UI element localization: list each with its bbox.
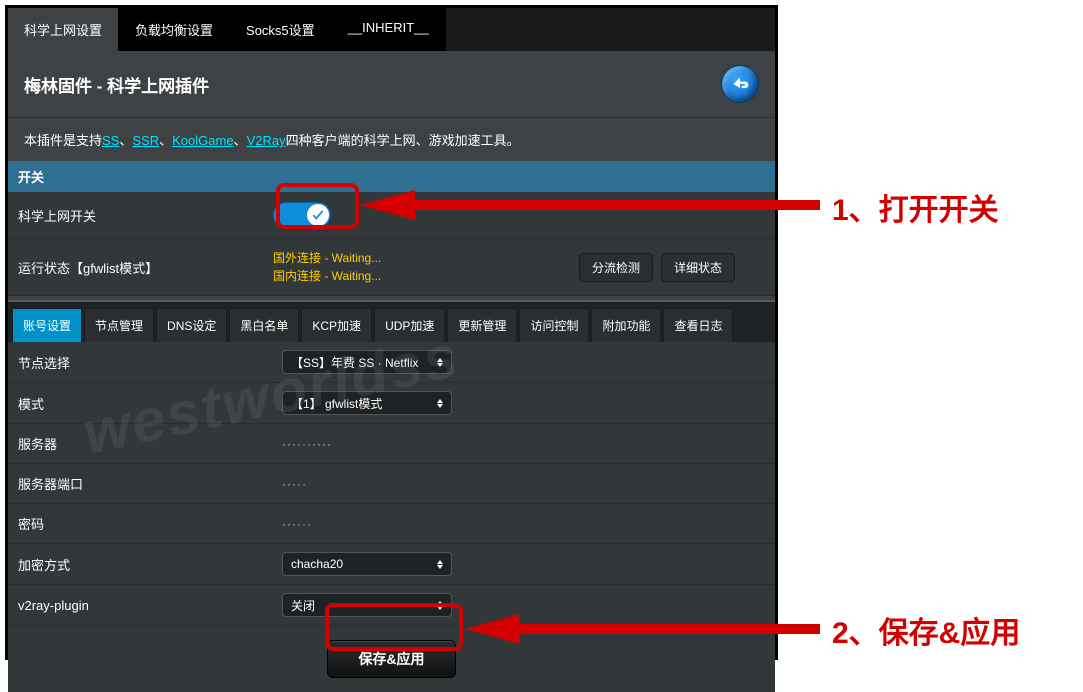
v2ray-label: v2ray-plugin <box>18 598 282 613</box>
status-foreign: 国外连接 - Waiting... <box>273 249 381 267</box>
sub-tab-node[interactable]: 节点管理 <box>84 308 154 342</box>
encrypt-select[interactable]: chacha20 <box>282 552 452 576</box>
sub-tab-dns[interactable]: DNS设定 <box>156 308 227 342</box>
desc-suffix: 四种客户端的科学上网、游戏加速工具。 <box>286 133 520 148</box>
check-icon <box>311 208 325 222</box>
port-row: 服务器端口 ····· <box>8 464 775 504</box>
v2ray-select[interactable]: 关闭 <box>282 593 452 617</box>
sub-tab-logs[interactable]: 查看日志 <box>663 308 733 342</box>
mode-value: 【1】 gfwlist模式 <box>291 395 382 412</box>
node-select[interactable]: 【SS】年费 SS · Netflix <box>282 350 452 374</box>
flow-detect-button[interactable]: 分流检测 <box>579 253 653 282</box>
password-label: 密码 <box>18 514 282 533</box>
sub-tab-kcp[interactable]: KCP加速 <box>301 308 372 342</box>
password-value: ······ <box>282 517 312 531</box>
top-tab-proxy-settings[interactable]: 科学上网设置 <box>8 8 119 51</box>
link-ssr[interactable]: SSR <box>132 133 159 148</box>
sub-tab-bwlist[interactable]: 黑白名单 <box>229 308 299 342</box>
sub-tab-udp[interactable]: UDP加速 <box>374 308 445 342</box>
sub-tab-access[interactable]: 访问控制 <box>519 308 589 342</box>
node-label: 节点选择 <box>18 353 282 372</box>
caret-icon <box>437 399 443 408</box>
sub-tabs: 账号设置 节点管理 DNS设定 黑白名单 KCP加速 UDP加速 更新管理 访问… <box>8 300 775 342</box>
encrypt-label: 加密方式 <box>18 555 282 574</box>
encrypt-row: 加密方式 chacha20 <box>8 544 775 585</box>
sub-tab-account[interactable]: 账号设置 <box>12 308 82 342</box>
page-title: 梅林固件 - 科学上网插件 <box>24 72 209 97</box>
desc-prefix: 本插件是支持 <box>24 133 102 148</box>
app-panel: 科学上网设置 负载均衡设置 Socks5设置 __INHERIT__ 梅林固件 … <box>5 5 778 660</box>
header: 梅林固件 - 科学上网插件 <box>8 51 775 118</box>
node-row: 节点选择 【SS】年费 SS · Netflix <box>8 342 775 383</box>
save-apply-button[interactable]: 保存&应用 <box>327 640 455 678</box>
caret-icon <box>437 560 443 569</box>
sub-tab-extra[interactable]: 附加功能 <box>591 308 661 342</box>
detail-status-button[interactable]: 详细状态 <box>661 253 735 282</box>
toggle-knob <box>307 204 329 226</box>
mode-row: 模式 【1】 gfwlist模式 <box>8 383 775 424</box>
top-tab-load-balance[interactable]: 负载均衡设置 <box>119 8 230 51</box>
mode-label: 模式 <box>18 394 282 413</box>
annotation-arrow-1 <box>360 190 820 220</box>
status-domestic: 国内连接 - Waiting... <box>273 267 381 285</box>
switch-label: 科学上网开关 <box>18 206 273 225</box>
link-koolgame[interactable]: KoolGame <box>172 133 233 148</box>
description: 本插件是支持SS、SSR、KoolGame、V2Ray四种客户端的科学上网、游戏… <box>8 118 775 161</box>
back-arrow-icon <box>730 74 750 94</box>
password-row: 密码 ······ <box>8 504 775 544</box>
port-label: 服务器端口 <box>18 474 282 493</box>
back-button[interactable] <box>721 65 759 103</box>
link-ss[interactable]: SS <box>102 133 119 148</box>
mode-select[interactable]: 【1】 gfwlist模式 <box>282 391 452 415</box>
sub-tab-update[interactable]: 更新管理 <box>447 308 517 342</box>
server-label: 服务器 <box>18 434 282 453</box>
top-tab-socks5[interactable]: Socks5设置 <box>230 8 332 51</box>
top-tab-inherit[interactable]: __INHERIT__ <box>332 8 446 51</box>
annotation-text-2: 2、保存&应用 <box>832 608 1020 652</box>
annotation-text-1: 1、打开开关 <box>832 185 999 229</box>
top-tabs: 科学上网设置 负载均衡设置 Socks5设置 __INHERIT__ <box>8 8 775 51</box>
annotation-arrow-2 <box>465 614 820 644</box>
caret-icon <box>437 358 443 367</box>
port-value: ····· <box>282 477 307 491</box>
status-row: 运行状态【gfwlist模式】 国外连接 - Waiting... 国内连接 -… <box>8 239 775 296</box>
node-value: 【SS】年费 SS · Netflix <box>291 354 418 371</box>
status-label: 运行状态【gfwlist模式】 <box>18 258 273 277</box>
link-v2ray[interactable]: V2Ray <box>247 133 286 148</box>
section-switch-header: 开关 <box>8 161 775 192</box>
encrypt-value: chacha20 <box>291 557 343 571</box>
server-row: 服务器 ·········· <box>8 424 775 464</box>
proxy-toggle[interactable] <box>273 202 331 228</box>
caret-icon <box>437 601 443 610</box>
server-value: ·········· <box>282 437 332 451</box>
v2ray-value: 关闭 <box>291 597 315 614</box>
